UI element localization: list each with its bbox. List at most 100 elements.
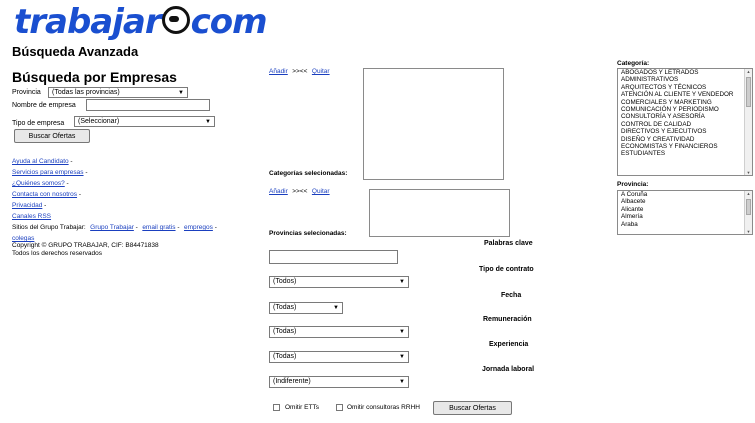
chevron-down-icon: ▼ <box>399 379 405 385</box>
main-search-button[interactable]: Buscar Ofertas <box>433 401 512 415</box>
province-list[interactable]: A Coruña Albacete Alicante Almería Araba ▲ ▼ <box>617 190 753 235</box>
list-item[interactable]: Directivos y ejecutivos <box>618 128 752 135</box>
scroll-thumb[interactable] <box>746 199 751 215</box>
separator: - <box>133 224 138 231</box>
link-rss[interactable]: Canales RSS <box>12 213 51 220</box>
empresa-name-input[interactable] <box>86 99 210 111</box>
scroll-up-icon[interactable]: ▲ <box>745 69 752 74</box>
separator: - <box>68 158 73 165</box>
exp-label: Experiencia <box>489 341 529 348</box>
logo-dot-icon <box>161 6 190 34</box>
chevron-down-icon: ▼ <box>333 305 339 311</box>
scrollbar[interactable]: ▲ ▼ <box>744 191 752 234</box>
link-colegas[interactable]: colegas <box>12 235 34 242</box>
scroll-thumb[interactable] <box>746 77 751 107</box>
omit-etts-checkbox[interactable] <box>273 404 280 411</box>
scroll-up-icon[interactable]: ▲ <box>745 191 752 196</box>
pay-label: Remuneración <box>483 316 532 323</box>
prov-add-remove: Añadir >><< Quitar <box>269 180 330 198</box>
chevron-down-icon: ▼ <box>399 279 405 285</box>
list-item[interactable]: Comerciales y marketing <box>618 99 752 106</box>
selected-provinces-list[interactable] <box>369 189 510 237</box>
arrows-left: << <box>299 68 308 75</box>
cat-add-link[interactable]: Añadir <box>269 68 288 75</box>
list-item[interactable]: Control de calidad <box>618 121 752 128</box>
page-title: Búsqueda Avanzada <box>12 44 139 59</box>
list-item[interactable]: Economistas y financieros <box>618 143 752 150</box>
link-empregos[interactable]: empregos <box>184 224 213 231</box>
province-items: A Coruña Albacete Alicante Almería Araba <box>618 191 752 228</box>
chevron-down-icon: ▼ <box>399 354 405 360</box>
prov-remove-link[interactable]: Quitar <box>312 188 330 195</box>
link-servicios[interactable]: Servicios para empresas <box>12 169 84 176</box>
scroll-down-icon[interactable]: ▼ <box>745 229 752 234</box>
list-item[interactable]: Estudiantes <box>618 150 752 157</box>
tipo-select-value: (Seleccionar) <box>78 118 120 125</box>
footer-links: Ayuda al Candidato - Servicios para empr… <box>12 155 217 243</box>
chevron-down-icon: ▼ <box>178 90 184 96</box>
copyright: Copyright © GRUPO TRABAJAR, CIF: B844718… <box>12 242 159 249</box>
logo-text-post: com <box>190 2 268 42</box>
scrollbar[interactable]: ▲ ▼ <box>744 69 752 175</box>
arrows-right: >> <box>292 188 300 195</box>
list-item[interactable]: Almería <box>618 213 752 220</box>
separator: - <box>175 224 180 231</box>
left-search-button[interactable]: Buscar Ofertas <box>14 129 90 143</box>
chevron-down-icon: ▼ <box>399 329 405 335</box>
separator: - <box>77 191 82 198</box>
cat-remove-link[interactable]: Quitar <box>312 68 330 75</box>
pay-select[interactable]: (Todas) ▼ <box>269 326 409 338</box>
link-email-gratis[interactable]: email gratis <box>142 224 175 231</box>
schedule-select[interactable]: (Indiferente) ▼ <box>269 376 409 388</box>
contract-select[interactable]: (Todos) ▼ <box>269 276 409 288</box>
category-list[interactable]: Abogados y letrados Administrativos Arquit… <box>617 68 753 176</box>
date-select[interactable]: (Todas) ▼ <box>269 302 343 314</box>
link-privacidad[interactable]: Privacidad <box>12 202 42 209</box>
link-quienes[interactable]: ¿Quiénes somos? <box>12 180 65 187</box>
contract-select-value: (Todos) <box>273 278 297 285</box>
link-grupo-trabajar[interactable]: Grupo Trabajar <box>90 224 134 231</box>
list-item[interactable]: Abogados y letrados <box>618 69 752 76</box>
selected-categories-list[interactable] <box>363 68 504 180</box>
date-select-value: (Todas) <box>273 304 297 311</box>
list-item[interactable]: A Coruña <box>618 191 752 198</box>
list-item[interactable]: Araba <box>618 221 752 228</box>
logo-text-pre: trabajar <box>14 2 162 42</box>
prov-add-link[interactable]: Añadir <box>269 188 288 195</box>
list-item[interactable]: Albacete <box>618 198 752 205</box>
provincia-select[interactable]: (Todas las provincias) ▼ <box>48 87 188 98</box>
logo[interactable]: trabajar com <box>14 2 268 42</box>
scroll-down-icon[interactable]: ▼ <box>745 170 752 175</box>
omit-etts-label: Omitir ETTs <box>285 404 319 411</box>
separator: - <box>42 202 47 209</box>
link-ayuda[interactable]: Ayuda al Candidato <box>12 158 69 165</box>
schedule-select-value: (Indiferente) <box>273 378 311 385</box>
exp-select[interactable]: (Todas) ▼ <box>269 351 409 363</box>
keywords-input[interactable] <box>269 250 398 264</box>
separator: - <box>212 224 217 231</box>
list-item[interactable]: Administrativos <box>618 76 752 83</box>
prov-selected-label: Provincias selecionadas: <box>269 230 347 237</box>
link-contacta[interactable]: Contacta con nosotros <box>12 191 77 198</box>
separator: - <box>64 180 69 187</box>
cat-add-remove: Añadir >><< Quitar <box>269 60 330 78</box>
list-item[interactable]: Consultoría y asesoría <box>618 113 752 120</box>
keywords-label: Palabras clave <box>484 240 533 247</box>
arrows-right: >> <box>292 68 300 75</box>
sitios-label: Sitios del Grupo Trabajar: <box>12 224 86 231</box>
exp-select-value: (Todas) <box>273 353 297 360</box>
cat-selected-label: Categorías selecionadas: <box>269 170 348 177</box>
list-item[interactable]: Alicante <box>618 206 752 213</box>
list-item[interactable]: Atención al cliente y vendedor <box>618 91 752 98</box>
nombre-label: Nombre de empresa <box>12 102 76 109</box>
category-items: Abogados y letrados Administrativos Arquit… <box>618 69 752 158</box>
list-item[interactable]: Diseño y creatividad <box>618 136 752 143</box>
section-title: Búsqueda por Empresas <box>12 69 177 85</box>
tipo-select[interactable]: (Seleccionar) ▼ <box>74 116 215 127</box>
omit-consultoras-checkbox[interactable] <box>336 404 343 411</box>
rights-text: Todos los derechos reservados <box>12 250 102 257</box>
provincia-list-label: Provincia: <box>617 181 649 188</box>
arrows-left: << <box>299 188 308 195</box>
chevron-down-icon: ▼ <box>205 119 211 125</box>
date-label: Fecha <box>501 292 522 299</box>
